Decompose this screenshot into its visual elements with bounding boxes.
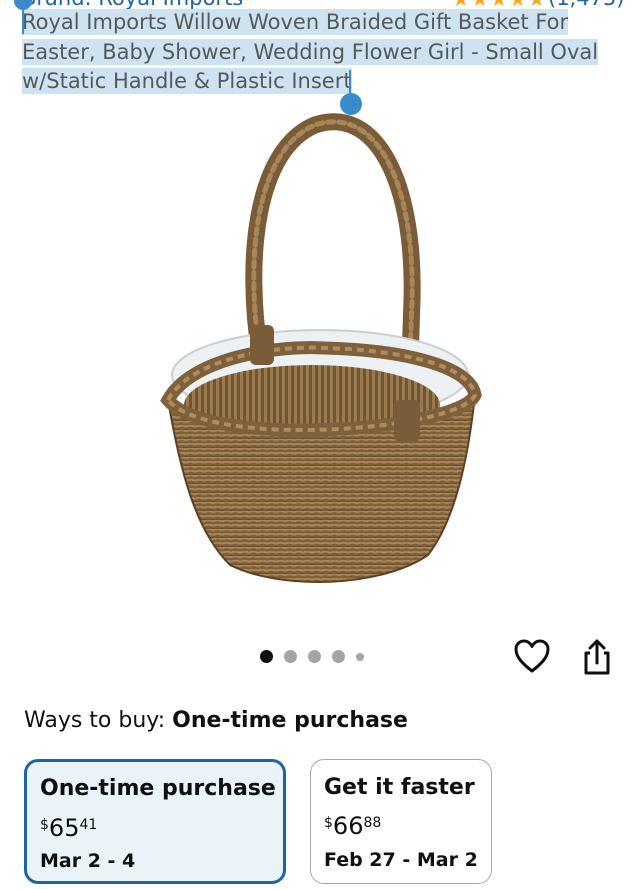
share-icon[interactable]	[578, 637, 616, 677]
price-whole: 65	[48, 814, 80, 842]
price-fraction: 41	[79, 817, 98, 833]
carousel-dot[interactable]	[308, 650, 321, 663]
one-time-purchase-option[interactable]: One-time purchase $6541 Mar 2 - 4	[24, 759, 286, 884]
product-title-block: Royal Imports Willow Woven Braided Gift …	[22, 8, 622, 97]
price-fraction: 88	[363, 815, 382, 831]
carousel-dot[interactable]	[356, 652, 364, 661]
delivery-date: Mar 2 - 4	[40, 850, 136, 872]
selection-start-caret	[22, 6, 24, 34]
option-title: Get it faster	[324, 775, 475, 800]
ways-to-buy-selected: One-time purchase	[172, 708, 408, 733]
option-title: One-time purchase	[40, 776, 276, 801]
product-title[interactable]: Royal Imports Willow Woven Braided Gift …	[22, 8, 622, 97]
carousel-dot[interactable]	[260, 650, 273, 663]
heart-icon[interactable]	[513, 637, 551, 677]
price-whole: 66	[332, 812, 364, 840]
delivery-date: Feb 27 - Mar 2	[324, 849, 478, 871]
selected-text: Royal Imports Willow Woven Braided Gift …	[22, 9, 599, 94]
product-image[interactable]	[150, 110, 490, 590]
ways-to-buy-label: Ways to buy:	[24, 708, 166, 733]
carousel-dot[interactable]	[332, 650, 345, 663]
ways-to-buy: Ways to buy: One-time purchase	[24, 708, 408, 733]
image-carousel-dots[interactable]	[260, 650, 364, 663]
option-price: $6688	[324, 812, 381, 840]
carousel-dot[interactable]	[284, 650, 297, 663]
get-it-faster-option[interactable]: Get it faster $6688 Feb 27 - Mar 2	[310, 759, 492, 884]
option-price: $6541	[40, 814, 97, 842]
price-symbol: $	[324, 815, 333, 831]
price-symbol: $	[40, 817, 49, 833]
